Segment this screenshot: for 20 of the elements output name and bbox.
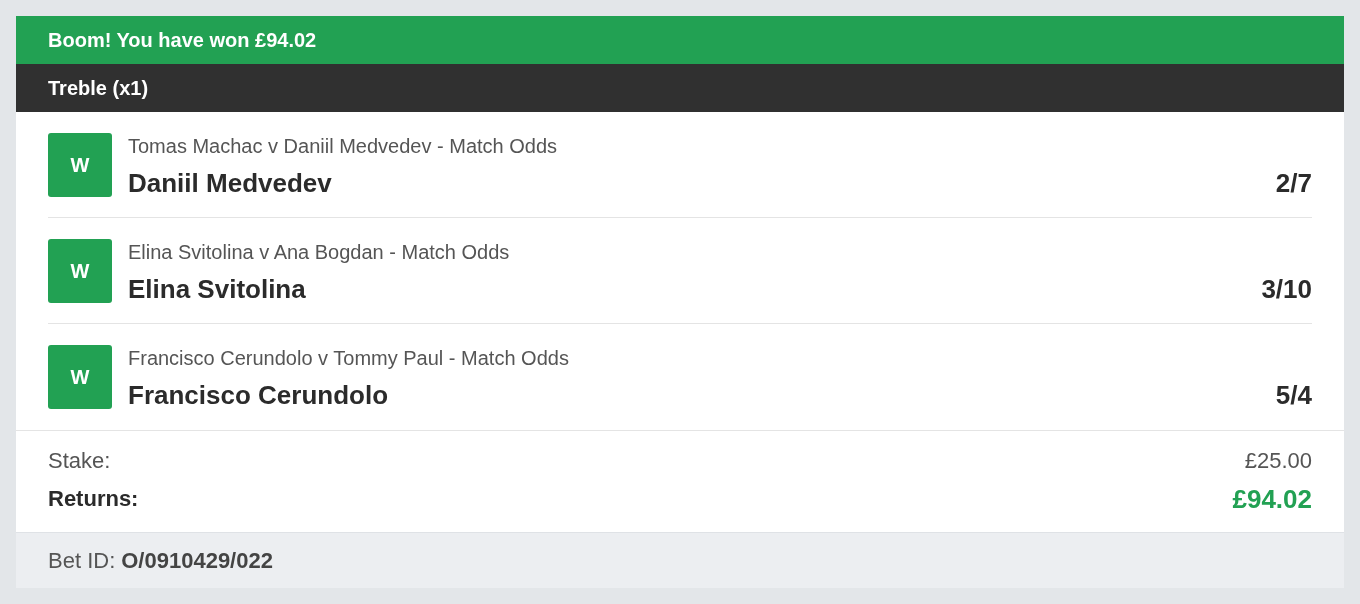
bet-id-value: O/0910429/022 xyxy=(121,549,273,572)
returns-label: Returns: xyxy=(48,485,139,513)
event-name: Tomas Machac v Daniil Medvedev - Match Odds xyxy=(128,133,558,158)
selection-name: Francisco Cerundolo xyxy=(128,380,389,410)
odds: 3/10 xyxy=(1261,273,1312,304)
bet-type-title: Treble (x1) xyxy=(48,78,149,98)
returns-value: £94.02 xyxy=(1232,484,1312,514)
stake-label: Stake: xyxy=(48,448,111,474)
selection-name: Daniil Medvedev xyxy=(128,167,332,198)
result-badge: W xyxy=(48,238,112,303)
banner-title: Boom! You have won £94.02 xyxy=(48,30,317,50)
stake-value: £25.00 xyxy=(1244,448,1312,474)
odds: 5/4 xyxy=(1275,380,1312,410)
selection-name: Elina Svitolina xyxy=(128,273,306,304)
event-name: Francisco Cerundolo v Tommy Paul - Match Odds xyxy=(128,346,569,370)
result-badge: W xyxy=(48,345,112,409)
result-badge: W xyxy=(48,132,112,197)
event-name: Elina Svitolina v Ana Bogdan - Match Odds xyxy=(128,239,510,264)
odds: 2/7 xyxy=(1275,167,1312,198)
bet-id-label: Bet ID: xyxy=(48,549,116,572)
